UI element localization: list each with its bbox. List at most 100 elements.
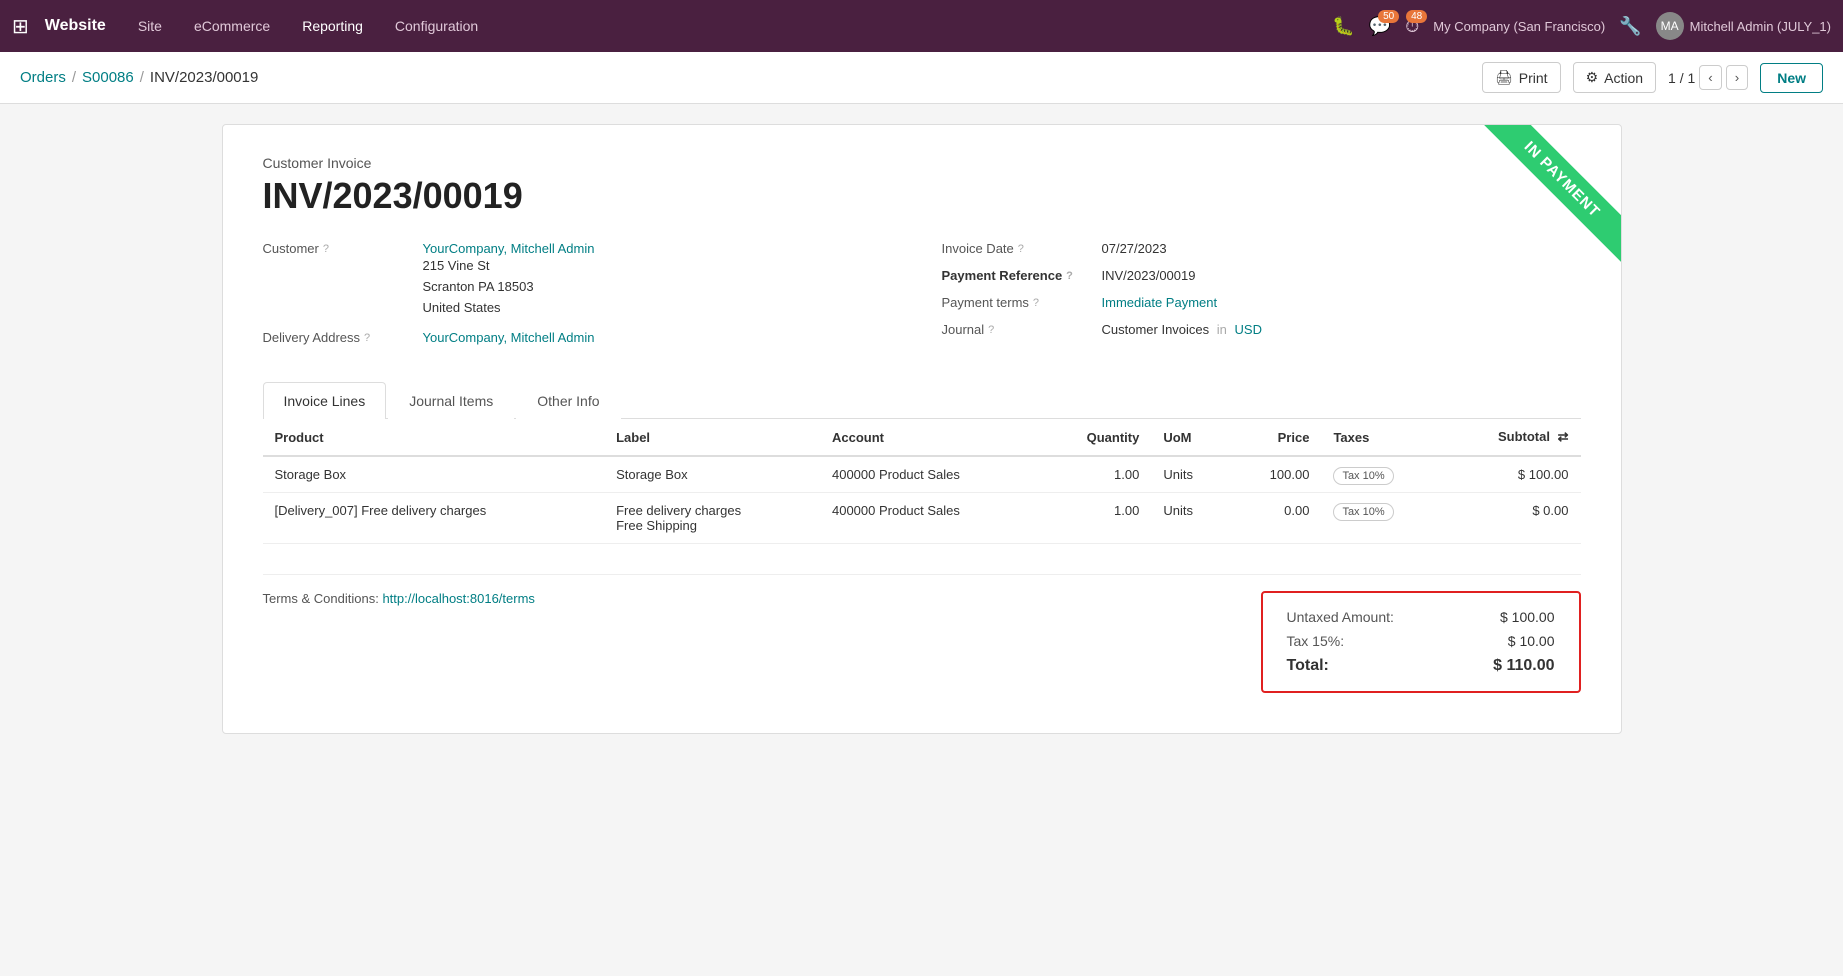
col-price: Price — [1229, 419, 1321, 456]
clock-badge: 48 — [1406, 10, 1427, 23]
nav-item-site[interactable]: Site — [130, 14, 170, 38]
breadcrumb-bar: Orders / S00086 / INV/2023/00019 🖨 Print… — [0, 52, 1843, 104]
brand-name[interactable]: Website — [45, 17, 106, 35]
invoice-lines-table: Product Label Account Quantity UoM Price… — [263, 419, 1581, 544]
untaxed-label: Untaxed Amount: — [1287, 609, 1394, 625]
user-menu[interactable]: MA Mitchell Admin (JULY_1) — [1656, 12, 1831, 40]
tax-value: $ 10.00 — [1508, 633, 1555, 649]
invoice-card: IN PAYMENT Customer Invoice INV/2023/000… — [222, 124, 1622, 734]
new-button[interactable]: New — [1760, 63, 1823, 93]
col-product: Product — [263, 419, 605, 456]
invoice-date-help-icon: ? — [1018, 243, 1024, 255]
grand-total-value: $ 110.00 — [1493, 657, 1554, 675]
payment-terms-label: Payment terms ? — [942, 295, 1102, 310]
customer-address: 215 Vine StScranton PA 18503United State… — [423, 256, 595, 318]
status-ribbon: IN PAYMENT — [1441, 125, 1621, 305]
breadcrumb-orders[interactable]: Orders — [20, 69, 66, 86]
breadcrumb-actions: 🖨 Print ⚙ Action 1 / 1 ‹ › New — [1482, 62, 1823, 93]
payment-reference-label: Payment Reference ? — [942, 268, 1102, 283]
nav-item-configuration[interactable]: Configuration — [387, 14, 486, 38]
tax-label: Tax 15%: — [1287, 633, 1345, 649]
customer-label: Customer ? — [263, 241, 423, 256]
status-ribbon-text: IN PAYMENT — [1480, 125, 1620, 262]
terms-link[interactable]: http://localhost:8016/terms — [382, 591, 534, 606]
terms-section: Terms & Conditions: http://localhost:801… — [263, 591, 535, 606]
action-button[interactable]: ⚙ Action — [1573, 62, 1656, 93]
row1-subtotal: $ 100.00 — [1443, 456, 1580, 493]
col-adjust-icon[interactable]: ⇄ — [1558, 429, 1569, 444]
delivery-address-field: Delivery Address ? YourCompany, Mitchell… — [263, 330, 902, 345]
row1-quantity: 1.00 — [1040, 456, 1151, 493]
journal-help-icon: ? — [988, 324, 994, 336]
row2-price: 0.00 — [1229, 493, 1321, 544]
table-row: [Delivery_007] Free delivery charges Fre… — [263, 493, 1581, 544]
invoice-date-value: 07/27/2023 — [1102, 241, 1167, 256]
wrench-icon[interactable]: 🔧 — [1619, 16, 1641, 37]
row2-uom: Units — [1151, 493, 1229, 544]
table-row: Storage Box Storage Box 400000 Product S… — [263, 456, 1581, 493]
chat-badge: 50 — [1378, 10, 1399, 23]
untaxed-value: $ 100.00 — [1500, 609, 1555, 625]
row2-subtotal: $ 0.00 — [1443, 493, 1580, 544]
print-label: Print — [1519, 70, 1548, 86]
terms-label: Terms & Conditions: — [263, 591, 379, 606]
action-label: Action — [1604, 70, 1643, 86]
row1-uom: Units — [1151, 456, 1229, 493]
payment-reference-value: INV/2023/00019 — [1102, 268, 1196, 283]
col-subtotal: Subtotal ⇄ — [1443, 419, 1580, 456]
gear-icon: ⚙ — [1586, 69, 1599, 86]
totals-box: Untaxed Amount: $ 100.00 Tax 15%: $ 10.0… — [1261, 591, 1581, 693]
user-name: Mitchell Admin (JULY_1) — [1690, 19, 1831, 34]
row2-account: 400000 Product Sales — [820, 493, 1040, 544]
print-button[interactable]: 🖨 Print — [1482, 62, 1561, 93]
tax-row: Tax 15%: $ 10.00 — [1287, 633, 1555, 649]
page-navigation: 1 / 1 ‹ › — [1668, 65, 1748, 90]
next-page-button[interactable]: › — [1726, 65, 1748, 90]
customer-value: YourCompany, Mitchell Admin 215 Vine StS… — [423, 241, 595, 318]
row2-quantity: 1.00 — [1040, 493, 1151, 544]
tab-journal-items[interactable]: Journal Items — [388, 382, 514, 419]
row1-price: 100.00 — [1229, 456, 1321, 493]
company-name: My Company (San Francisco) — [1433, 19, 1605, 34]
user-avatar: MA — [1656, 12, 1684, 40]
col-account: Account — [820, 419, 1040, 456]
chat-icon[interactable]: 💬 50 — [1369, 16, 1391, 37]
delivery-help-icon: ? — [364, 332, 370, 344]
prev-page-button[interactable]: ‹ — [1699, 65, 1721, 90]
customer-field: Customer ? YourCompany, Mitchell Admin 2… — [263, 241, 902, 318]
delivery-address-value[interactable]: YourCompany, Mitchell Admin — [423, 330, 595, 345]
printer-icon: 🖨 — [1495, 69, 1513, 86]
journal-currency[interactable]: USD — [1235, 322, 1262, 337]
row2-label: Free delivery chargesFree Shipping — [604, 493, 820, 544]
invoice-number: INV/2023/00019 — [263, 175, 1581, 217]
grid-menu-icon[interactable]: ⊞ — [12, 14, 29, 39]
row1-label: Storage Box — [604, 456, 820, 493]
col-taxes: Taxes — [1321, 419, 1443, 456]
journal-in-label: in — [1217, 322, 1227, 337]
bug-icon[interactable]: 🐛 — [1332, 16, 1354, 37]
row1-tax-badge: Tax 10% — [1333, 467, 1393, 485]
tab-other-info[interactable]: Other Info — [516, 382, 620, 419]
row2-product[interactable]: [Delivery_007] Free delivery charges — [263, 493, 605, 544]
tab-invoice-lines[interactable]: Invoice Lines — [263, 382, 387, 419]
col-uom: UoM — [1151, 419, 1229, 456]
payment-ref-help-icon: ? — [1066, 270, 1073, 282]
row1-product[interactable]: Storage Box — [263, 456, 605, 493]
clock-icon[interactable]: ⏱ 48 — [1405, 16, 1419, 37]
nav-item-ecommerce[interactable]: eCommerce — [186, 14, 278, 38]
payment-terms-value[interactable]: Immediate Payment — [1102, 295, 1218, 310]
page-info: 1 / 1 — [1668, 70, 1695, 86]
top-navigation: ⊞ Website Site eCommerce Reporting Confi… — [0, 0, 1843, 52]
invoice-type: Customer Invoice — [263, 155, 1581, 171]
row1-account: 400000 Product Sales — [820, 456, 1040, 493]
breadcrumb-order-id[interactable]: S00086 — [82, 69, 134, 86]
delivery-label: Delivery Address ? — [263, 330, 423, 345]
journal-field: Journal ? Customer Invoices in USD — [942, 322, 1581, 337]
customer-name[interactable]: YourCompany, Mitchell Admin — [423, 241, 595, 256]
invoice-meta: Customer ? YourCompany, Mitchell Admin 2… — [263, 241, 1581, 357]
grand-total-label: Total: — [1287, 657, 1329, 675]
row2-tax-badge: Tax 10% — [1333, 503, 1393, 521]
nav-item-reporting[interactable]: Reporting — [294, 14, 371, 38]
invoice-date-label: Invoice Date ? — [942, 241, 1102, 256]
row1-taxes: Tax 10% — [1321, 456, 1443, 493]
